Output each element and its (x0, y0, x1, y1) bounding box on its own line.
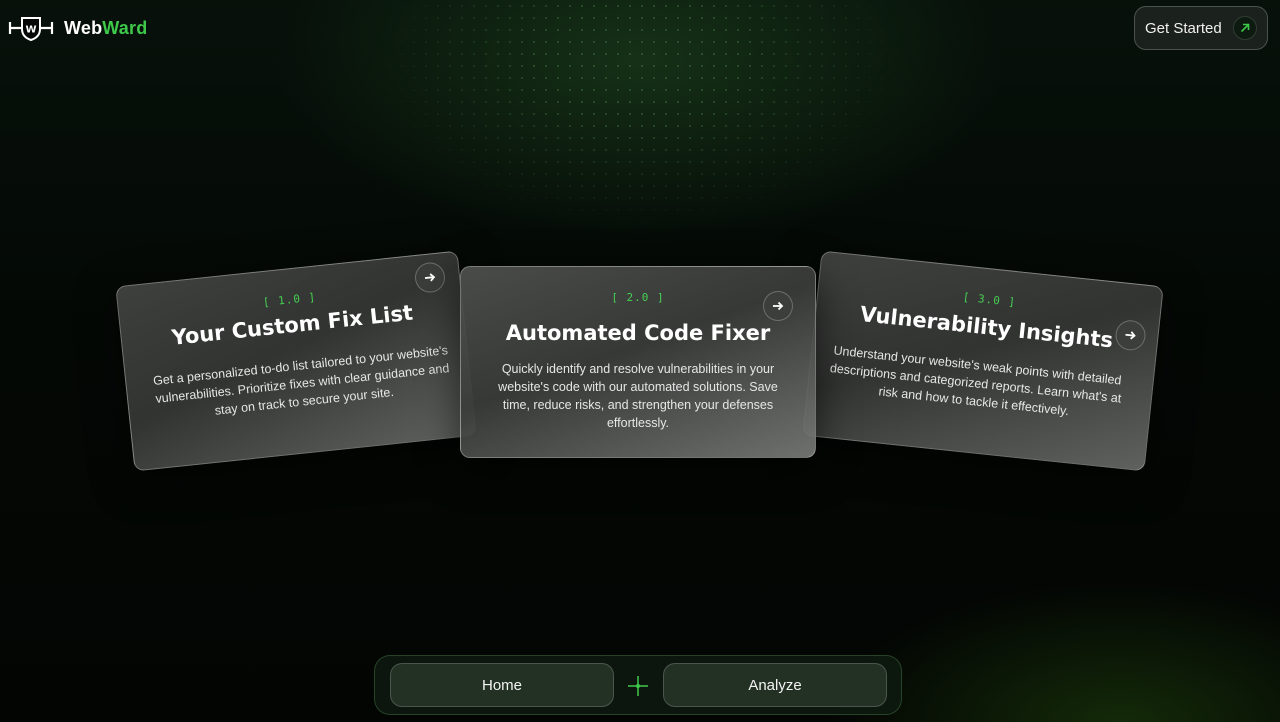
feature-card-code-fixer[interactable]: [ 2.0 ] Automated Code Fixer Quickly ide… (460, 266, 816, 458)
bottom-nav: Home Analyze (374, 655, 902, 715)
card-title: Automated Code Fixer (505, 321, 771, 345)
card-description: Understand your website's weak points wi… (829, 343, 1123, 419)
arrow-right-icon[interactable] (763, 291, 793, 321)
feature-card-fix-list[interactable]: [ 1.0 ] Your Custom Fix List Get a perso… (115, 250, 477, 472)
feature-card-insights[interactable]: [ 3.0 ] Vulnerability Insights Understan… (802, 250, 1164, 472)
analyze-button[interactable]: Analyze (663, 663, 887, 707)
arrow-up-right-icon (1233, 16, 1257, 40)
home-button[interactable]: Home (390, 663, 614, 707)
get-started-label: Get Started (1145, 19, 1222, 37)
card-description: Get a personalized to-do list tailored t… (152, 343, 450, 418)
brand-logo[interactable]: W WebWard (8, 14, 147, 42)
brand-name-part2: Ward (102, 17, 148, 38)
brand-name: WebWard (64, 18, 147, 39)
card-description: Quickly identify and resolve vulnerabili… (498, 362, 778, 430)
page: W WebWard Get Started [ 1.0 ] Your Custo… (0, 0, 1280, 722)
card-number: [ 2.0 ] (611, 291, 665, 304)
crosshair-icon (628, 676, 648, 696)
dot-grid-background (300, 0, 980, 300)
svg-text:W: W (25, 25, 36, 36)
brand-name-part1: Web (64, 17, 103, 38)
shield-logo-icon: W (8, 17, 54, 42)
get-started-button[interactable]: Get Started (1134, 6, 1268, 50)
